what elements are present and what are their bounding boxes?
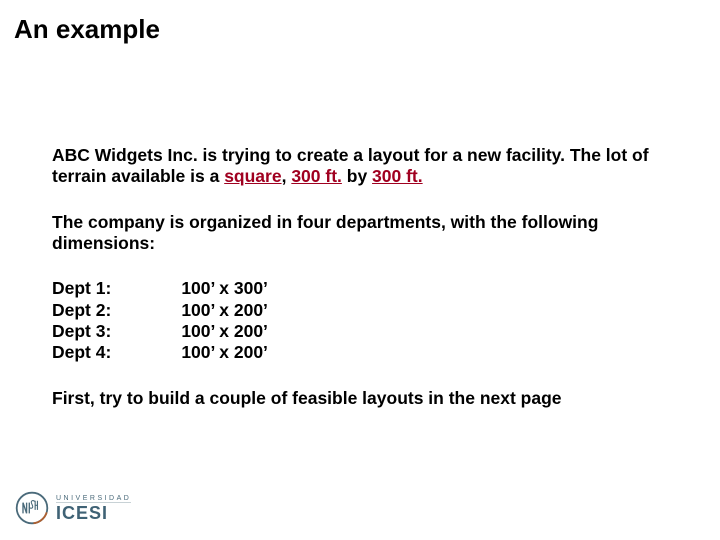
intro-text-mid1: , <box>282 166 292 186</box>
dept-label: Dept 3: <box>52 321 181 342</box>
slide-title: An example <box>14 14 160 45</box>
table-row: Dept 3: 100’ x 200’ <box>52 321 268 342</box>
logo-university-label: UNIVERSIDAD <box>56 495 131 502</box>
dept-dimension: 100’ x 200’ <box>181 342 268 363</box>
dept-dimension: 100’ x 200’ <box>181 300 268 321</box>
dept-dimension: 100’ x 300’ <box>181 278 268 299</box>
table-row: Dept 4: 100’ x 200’ <box>52 342 268 363</box>
dept-label: Dept 1: <box>52 278 181 299</box>
intro-paragraph: ABC Widgets Inc. is trying to create a l… <box>52 145 672 188</box>
university-logo: UNIVERSIDAD ICESI <box>14 490 131 526</box>
dept-label: Dept 4: <box>52 342 181 363</box>
organization-paragraph: The company is organized in four departm… <box>52 212 672 255</box>
slide: An example ABC Widgets Inc. is trying to… <box>0 0 720 540</box>
department-table: Dept 1: 100’ x 300’ Dept 2: 100’ x 200’ … <box>52 278 268 363</box>
intro-keyword-square: square <box>224 166 281 186</box>
table-row: Dept 2: 100’ x 200’ <box>52 300 268 321</box>
logo-name: ICESI <box>56 502 131 522</box>
intro-keyword-300a: 300 ft. <box>291 166 342 186</box>
logo-icon <box>14 490 50 526</box>
dept-label: Dept 2: <box>52 300 181 321</box>
logo-text: UNIVERSIDAD ICESI <box>56 495 131 522</box>
table-row: Dept 1: 100’ x 300’ <box>52 278 268 299</box>
dept-dimension: 100’ x 200’ <box>181 321 268 342</box>
intro-keyword-300b: 300 ft. <box>372 166 423 186</box>
closing-paragraph: First, try to build a couple of feasible… <box>52 388 672 409</box>
slide-body: ABC Widgets Inc. is trying to create a l… <box>52 145 672 433</box>
intro-text-mid2: by <box>342 166 372 186</box>
